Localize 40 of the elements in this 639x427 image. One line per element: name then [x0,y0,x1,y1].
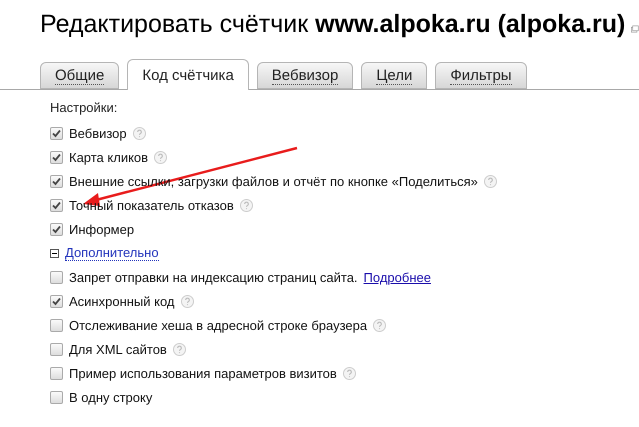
option-label: Отслеживание хеша в адресной строке браузера [69,318,368,332]
more-link[interactable]: Подробнее [364,270,431,284]
help-icon[interactable] [132,126,146,140]
option-label: Информер [69,222,134,236]
advanced-link[interactable]: Дополнительно [65,245,159,261]
checkbox[interactable] [50,270,63,284]
tab[interactable]: Вебвизор [256,62,354,89]
option-label: Карта кликов [69,150,148,164]
option-label: Пример использования параметров визитов [69,366,337,380]
tab[interactable]: Цели [361,62,428,89]
help-icon[interactable] [373,318,386,332]
window-icon[interactable] [631,24,639,34]
option-label: Вебвизор [69,126,127,140]
checkbox[interactable] [50,150,63,164]
collapse-icon[interactable] [50,248,59,258]
option-label: Запрет отправки на индексацию страниц сайта. [69,270,358,284]
checkbox[interactable] [50,318,63,332]
help-icon[interactable] [484,174,497,188]
help-icon[interactable] [180,294,194,308]
help-icon[interactable] [172,342,186,356]
help-icon[interactable] [240,198,253,212]
page-title: Редактировать счётчик www.alpoka.ru (alpoka.ru) [40,10,626,39]
checkbox[interactable] [50,126,63,140]
help-icon[interactable] [154,150,168,164]
option-label: Асинхронный код [69,294,175,308]
checkbox[interactable] [50,390,63,404]
option-label: В одну строку [69,390,152,404]
option-label: Точный показатель отказов [69,198,234,212]
settings-heading: Настройки: [50,100,118,115]
checkbox[interactable] [50,294,63,308]
option-label: Для XML сайтов [69,342,167,356]
tab[interactable]: Код счётчика [127,59,249,90]
tab[interactable]: Фильтры [435,62,527,89]
help-icon[interactable] [342,366,356,380]
checkbox[interactable] [50,198,63,212]
tab[interactable]: Общие [40,62,120,89]
checkbox[interactable] [50,342,63,356]
checkbox[interactable] [50,366,63,380]
checkbox[interactable] [50,222,63,236]
checkbox[interactable] [50,174,63,188]
